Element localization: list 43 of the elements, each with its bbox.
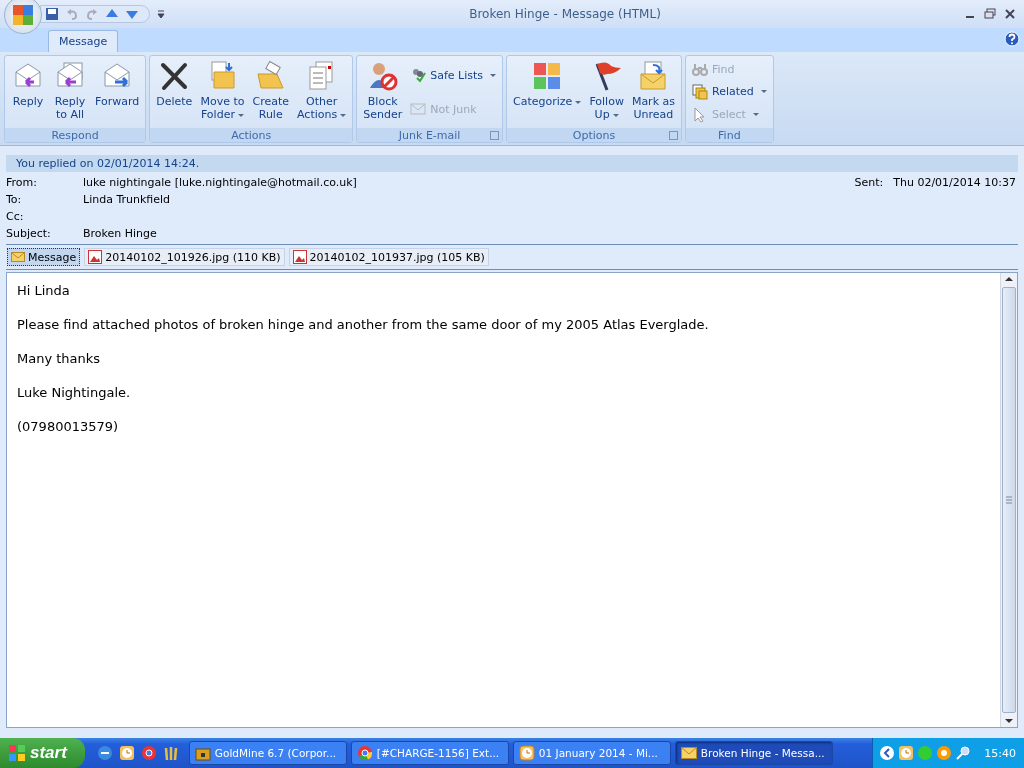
taskbar-button[interactable]: [#CHARGE-1156] Ext... — [350, 741, 509, 765]
ribbon-tab[interactable]: Message — [48, 30, 119, 52]
taskbar-button[interactable]: GoldMine 6.7 (Corpor... — [188, 741, 347, 765]
field-value: Linda Trunkfield — [83, 192, 171, 208]
group-label: Find — [686, 128, 773, 142]
field-label: Cc: — [6, 209, 25, 225]
ribbon-button[interactable]: Delete — [154, 58, 195, 126]
group-label: Respond — [5, 128, 146, 142]
field-label: From: — [6, 175, 38, 191]
attachment-tab[interactable]: 20140102_101926.jpg (110 KB) — [84, 248, 285, 266]
info-bar: You replied on 02/01/2014 14:24. — [6, 155, 1018, 172]
attachment-tab[interactable]: 20140102_101937.jpg (105 KB) — [288, 248, 489, 266]
attachment-tab[interactable]: Message — [7, 248, 81, 266]
taskbar-button[interactable]: 01 January 2014 - Mi... — [512, 741, 671, 765]
field-label: Sent: — [854, 175, 884, 191]
field-value: Thu 02/01/2014 10:37 — [893, 175, 1016, 191]
ribbon-button[interactable]: Safe Lists — [408, 66, 499, 84]
ribbon-button[interactable]: Categorize — [511, 58, 584, 126]
body-paragraph: Many thanks — [17, 351, 102, 366]
body-paragraph: (07980013579) — [17, 419, 120, 434]
body-paragraph: Hi Linda — [17, 283, 71, 298]
field-value: Broken Hinge — [83, 226, 157, 242]
taskbar-button[interactable]: Broken Hinge - Messa... — [674, 741, 833, 765]
ribbon-button[interactable]: Mark as Unread — [629, 58, 677, 126]
field-label: To: — [6, 192, 23, 208]
ribbon-button[interactable]: Related — [690, 83, 769, 101]
ribbon-button[interactable]: Block Sender — [361, 58, 405, 126]
body-paragraph: Please find attached photos of broken hinge and another from the same door of my 2005 Atlas Everglade. — [17, 317, 710, 332]
window-title: Broken Hinge - Message (HTML) — [468, 7, 662, 21]
ribbon-button[interactable]: Move to Folder — [198, 58, 247, 126]
ribbon-button[interactable]: Create Rule — [250, 58, 291, 126]
field-value: luke nightingale [luke.nightingale@hotmail.co.uk] — [83, 175, 357, 191]
ribbon-button[interactable]: Reply to All — [51, 58, 89, 126]
group-label: Actions — [150, 128, 353, 142]
group-label: Junk E-mail — [357, 128, 503, 142]
field-label: Subject: — [6, 226, 52, 242]
ribbon-button[interactable]: Follow Up — [587, 58, 626, 126]
ribbon-button[interactable]: Other Actions — [295, 58, 349, 126]
ribbon-button[interactable]: Reply — [9, 58, 47, 126]
ribbon-button[interactable]: Forward — [93, 58, 142, 126]
clock: 15:40 — [984, 746, 1016, 760]
body-paragraph: Luke Nightingale. — [17, 385, 132, 400]
group-label: Options — [507, 128, 681, 142]
